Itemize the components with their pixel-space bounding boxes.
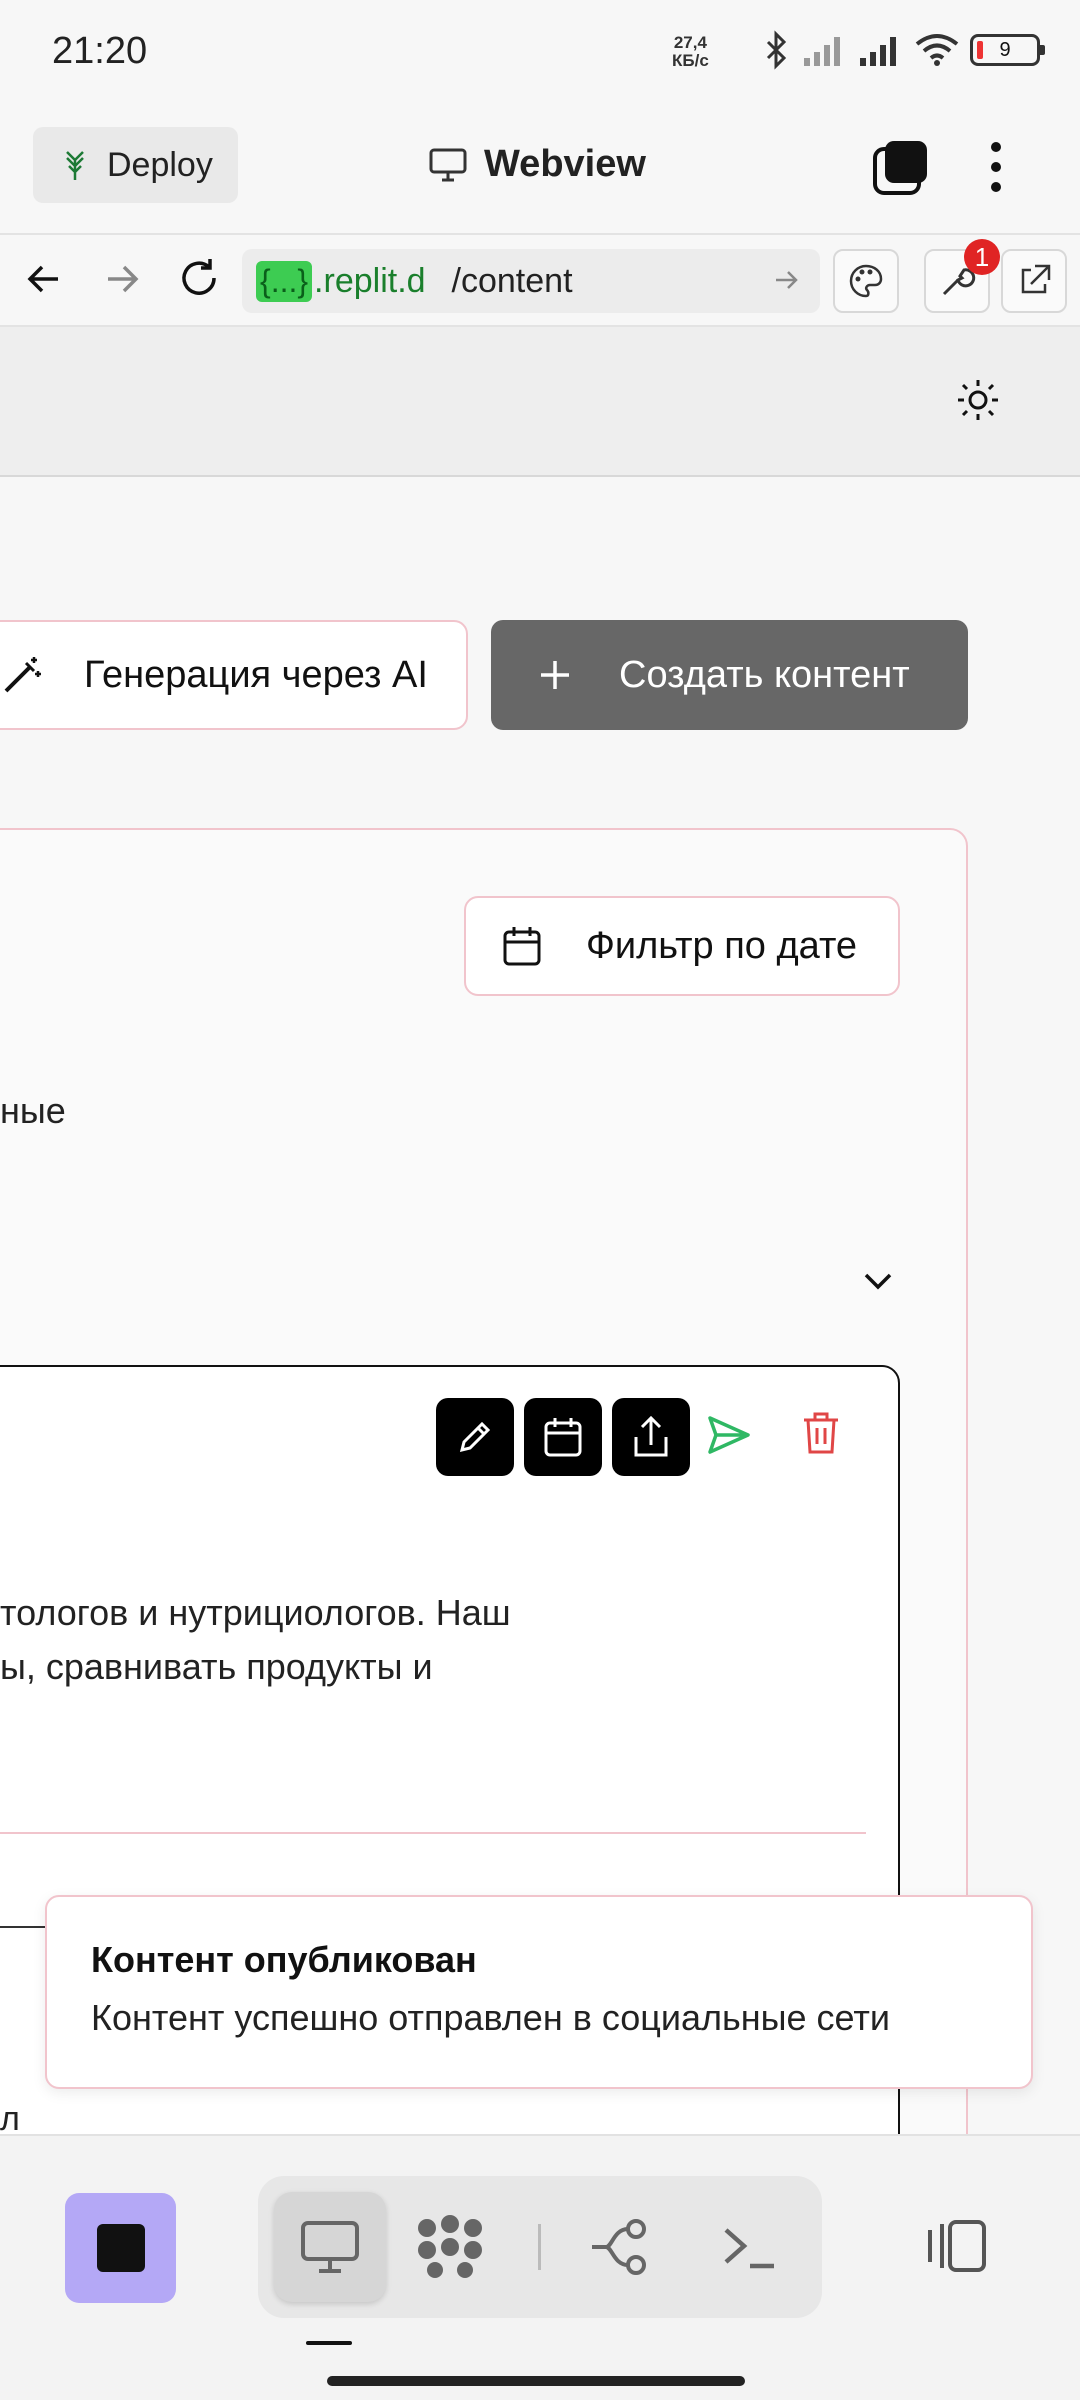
chevron-down-icon bbox=[864, 1273, 892, 1290]
content-divider bbox=[0, 1832, 866, 1834]
webview-tab[interactable] bbox=[274, 2192, 386, 2302]
view-switcher bbox=[258, 2176, 822, 2318]
network-speed-unit: КБ/с bbox=[672, 51, 709, 70]
wifi-icon bbox=[915, 34, 959, 66]
ai-generate-button[interactable]: Генерация через AI bbox=[0, 620, 468, 730]
webview-title-text: Webview bbox=[484, 143, 646, 185]
schedule-button[interactable] bbox=[524, 1398, 602, 1476]
home-indicator[interactable] bbox=[327, 2376, 745, 2386]
status-time: 21:20 bbox=[52, 30, 148, 72]
calendar-icon bbox=[544, 1418, 582, 1457]
agent-icon bbox=[418, 2215, 482, 2278]
deploy-icon bbox=[66, 151, 84, 180]
arrow-right-icon bbox=[108, 265, 139, 293]
network-speed: 27,4 КБ/с bbox=[672, 34, 709, 70]
ai-agent-tab[interactable] bbox=[394, 2192, 506, 2302]
active-tab-indicator bbox=[306, 2341, 352, 2345]
toast-title: Контент опубликован bbox=[91, 1939, 477, 1980]
deploy-button[interactable]: Deploy bbox=[33, 127, 238, 203]
date-filter-button[interactable]: Фильтр по дате bbox=[464, 896, 900, 996]
arrow-left-icon bbox=[27, 265, 58, 293]
pencil-icon bbox=[459, 1421, 491, 1453]
url-chip: {...} bbox=[256, 260, 313, 302]
app-top-bar bbox=[0, 327, 1080, 477]
url-path: /content bbox=[451, 261, 573, 300]
devtools-button[interactable]: 1 bbox=[924, 239, 1000, 313]
content-description-line: тологов и нутрициологов. Наш bbox=[0, 1592, 511, 1633]
devtools-badge: 1 bbox=[964, 239, 1000, 275]
stop-icon bbox=[96, 2224, 145, 2272]
layout-panel-icon bbox=[928, 2220, 986, 2272]
layout-toggle-button[interactable] bbox=[924, 2218, 990, 2279]
create-content-label: Создать контент bbox=[619, 653, 910, 696]
deploy-label: Deploy bbox=[107, 145, 213, 184]
back-button[interactable] bbox=[22, 257, 66, 306]
delete-button[interactable] bbox=[800, 1410, 842, 1461]
send-icon bbox=[708, 1416, 750, 1454]
content-item-card bbox=[0, 1365, 900, 2265]
ai-generate-label: Генерация через AI bbox=[84, 653, 428, 696]
sun-icon bbox=[958, 380, 998, 420]
tabs-icon bbox=[873, 141, 927, 195]
battery-level: 9 bbox=[999, 39, 1011, 61]
battery-icon: 9 bbox=[970, 34, 1045, 66]
plus-icon bbox=[541, 661, 569, 689]
reload-icon bbox=[182, 259, 216, 295]
monitor-icon bbox=[429, 148, 467, 181]
status-icons: 9 bbox=[762, 30, 1045, 70]
theme-palette-button[interactable] bbox=[833, 249, 899, 313]
more-menu-button[interactable] bbox=[985, 137, 1007, 202]
url-host: .replit.d bbox=[314, 261, 426, 300]
workspace-header: Deploy Webview bbox=[0, 105, 1080, 235]
url-input[interactable]: {...} .replit.d /content bbox=[242, 249, 820, 313]
date-filter-label: Фильтр по дате bbox=[586, 924, 858, 967]
trash-icon bbox=[804, 1412, 838, 1454]
monitor-icon bbox=[301, 2221, 359, 2273]
bluetooth-icon bbox=[766, 30, 787, 70]
content-description-line: ы, сравнивать продукты и bbox=[0, 1646, 433, 1687]
console-tab[interactable] bbox=[694, 2192, 806, 2302]
browser-url-bar: {...} .replit.d /content 1 bbox=[0, 237, 1080, 327]
open-external-button[interactable] bbox=[1001, 249, 1067, 313]
theme-toggle-button[interactable] bbox=[955, 377, 1001, 428]
terminal-icon bbox=[724, 2228, 774, 2269]
webview-title: Webview bbox=[428, 143, 646, 186]
more-vertical-icon bbox=[991, 142, 1001, 192]
tabs-button[interactable] bbox=[871, 137, 931, 202]
go-arrow-icon[interactable] bbox=[772, 265, 802, 295]
toast-message: Контент успешно отправлен в социальные с… bbox=[91, 1997, 890, 2038]
toast-notification[interactable]: Контент опубликован Контент успешно отпр… bbox=[45, 1895, 1033, 2089]
publish-button[interactable] bbox=[706, 1412, 752, 1463]
toolbar-separator bbox=[538, 2224, 541, 2270]
reload-button[interactable] bbox=[176, 255, 222, 306]
edit-button[interactable] bbox=[436, 1398, 514, 1476]
network-speed-value: 27,4 bbox=[673, 33, 707, 52]
create-content-button[interactable]: Создать контент bbox=[491, 620, 968, 730]
status-bar: 21:20 27,4 КБ/с 9 bbox=[0, 0, 1080, 105]
git-tab[interactable] bbox=[564, 2192, 676, 2302]
bottom-toolbar bbox=[0, 2134, 1080, 2400]
status-select-toggle[interactable] bbox=[862, 1270, 894, 1297]
forward-button[interactable] bbox=[100, 257, 144, 306]
share-icon bbox=[634, 1415, 668, 1457]
external-link-icon bbox=[1021, 264, 1051, 294]
git-branch-icon bbox=[592, 2219, 646, 2275]
signal-icon bbox=[860, 37, 896, 66]
magic-wand-icon bbox=[4, 657, 41, 693]
signal-icon bbox=[804, 37, 840, 66]
status-select-label: ные bbox=[0, 1090, 66, 1131]
share-button[interactable] bbox=[612, 1398, 690, 1476]
palette-icon bbox=[849, 264, 883, 298]
content-divider bbox=[0, 1926, 50, 1928]
calendar-icon bbox=[503, 927, 541, 966]
stop-button[interactable] bbox=[65, 2193, 176, 2303]
